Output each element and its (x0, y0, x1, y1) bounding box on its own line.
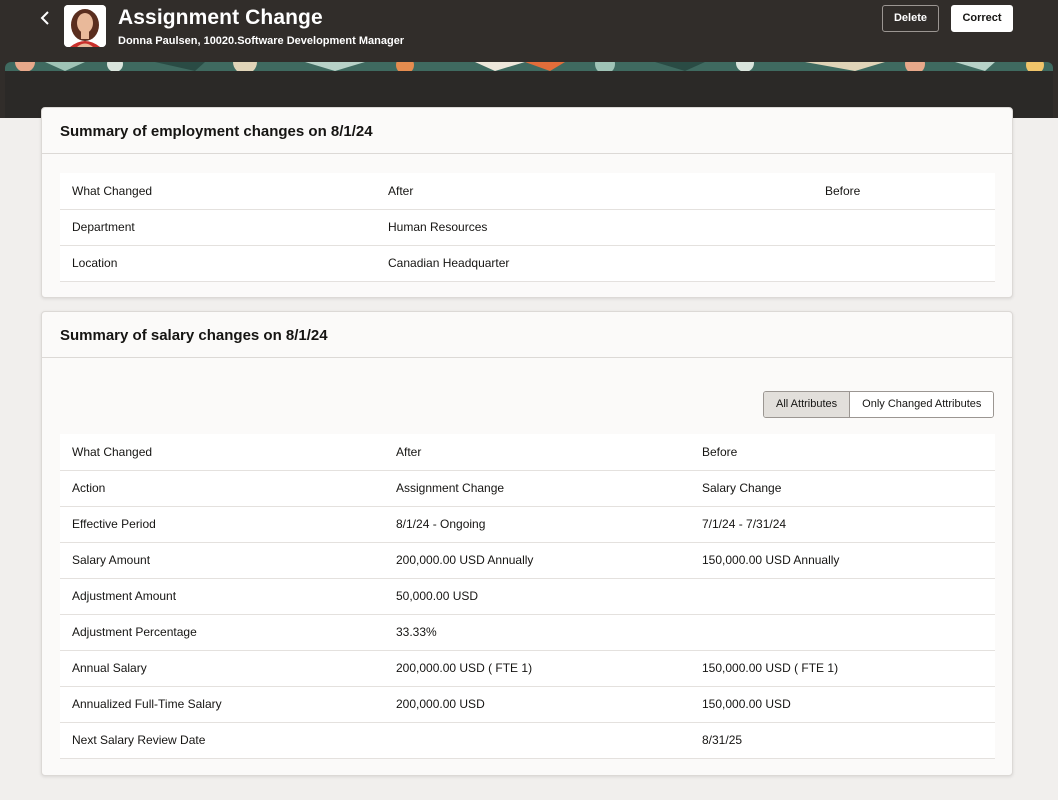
table-row: Location Canadian Headquarter (60, 245, 995, 282)
banner-pattern-icon (5, 62, 1053, 71)
only-changed-attributes-button[interactable]: Only Changed Attributes (850, 392, 994, 417)
table-cell: Location (60, 245, 376, 282)
table-cell (384, 722, 690, 759)
table-cell: Salary Amount (60, 542, 384, 579)
table-cell: Adjustment Amount (60, 578, 384, 615)
table-header-row: What Changed After Before (60, 434, 995, 471)
table-cell: 150,000.00 USD ( FTE 1) (690, 650, 995, 687)
table-cell: 200,000.00 USD Annually (384, 542, 690, 579)
all-attributes-button[interactable]: All Attributes (764, 392, 851, 417)
table-row: Adjustment Percentage 33.33% (60, 614, 995, 651)
table-cell: Salary Change (690, 470, 995, 507)
salary-changes-card: Summary of salary changes on 8/1/24 All … (41, 311, 1013, 776)
delete-button[interactable]: Delete (882, 5, 939, 32)
table-cell: Canadian Headquarter (376, 245, 813, 282)
table-cell: Adjustment Percentage (60, 614, 384, 651)
table-cell (690, 614, 995, 651)
table-row: Action Assignment Change Salary Change (60, 470, 995, 507)
table-cell (813, 209, 995, 246)
table-row: Annualized Full-Time Salary 200,000.00 U… (60, 686, 995, 723)
table-cell: 200,000.00 USD ( FTE 1) (384, 650, 690, 687)
table-cell: Human Resources (376, 209, 813, 246)
column-header: Before (690, 434, 995, 471)
table-cell: Annual Salary (60, 650, 384, 687)
table-row: Adjustment Amount 50,000.00 USD (60, 578, 995, 615)
table-cell: Assignment Change (384, 470, 690, 507)
back-chevron-icon[interactable] (36, 8, 56, 28)
table-cell: 33.33% (384, 614, 690, 651)
salary-card-title: Summary of salary changes on 8/1/24 (42, 312, 1012, 358)
table-cell: 200,000.00 USD (384, 686, 690, 723)
attributes-toggle: All Attributes Only Changed Attributes (763, 391, 995, 418)
employment-changes-table: What Changed After Before Department Hum… (60, 173, 995, 282)
table-row: Effective Period 8/1/24 - Ongoing 7/1/24… (60, 506, 995, 543)
table-row: Annual Salary 200,000.00 USD ( FTE 1) 15… (60, 650, 995, 687)
table-cell: 150,000.00 USD Annually (690, 542, 995, 579)
column-header: After (376, 173, 813, 210)
avatar (64, 5, 106, 47)
column-header: Before (813, 173, 995, 210)
table-cell: Next Salary Review Date (60, 722, 384, 759)
table-cell: 50,000.00 USD (384, 578, 690, 615)
person-subtitle: Donna Paulsen, 10020.Software Developmen… (118, 35, 405, 47)
table-row: Salary Amount 200,000.00 USD Annually 15… (60, 542, 995, 579)
table-cell (690, 578, 995, 615)
employment-changes-card: Summary of employment changes on 8/1/24 … (41, 107, 1013, 298)
page-title: Assignment Change (118, 6, 323, 29)
table-cell: 8/31/25 (690, 722, 995, 759)
correct-button[interactable]: Correct (951, 5, 1013, 32)
column-header: What Changed (60, 173, 376, 210)
employment-card-title: Summary of employment changes on 8/1/24 (42, 108, 1012, 154)
table-cell: 150,000.00 USD (690, 686, 995, 723)
salary-changes-table: What Changed After Before Action Assignm… (60, 434, 995, 759)
column-header: What Changed (60, 434, 384, 471)
table-cell: Effective Period (60, 506, 384, 543)
table-cell: Action (60, 470, 384, 507)
table-cell: Annualized Full-Time Salary (60, 686, 384, 723)
table-cell: 8/1/24 - Ongoing (384, 506, 690, 543)
column-header: After (384, 434, 690, 471)
table-row: Next Salary Review Date 8/31/25 (60, 722, 995, 759)
table-cell: 7/1/24 - 7/31/24 (690, 506, 995, 543)
table-header-row: What Changed After Before (60, 173, 995, 210)
table-row: Department Human Resources (60, 209, 995, 246)
page-header: Assignment Change Donna Paulsen, 10020.S… (0, 0, 1058, 118)
table-cell (813, 245, 995, 282)
table-cell: Department (60, 209, 376, 246)
